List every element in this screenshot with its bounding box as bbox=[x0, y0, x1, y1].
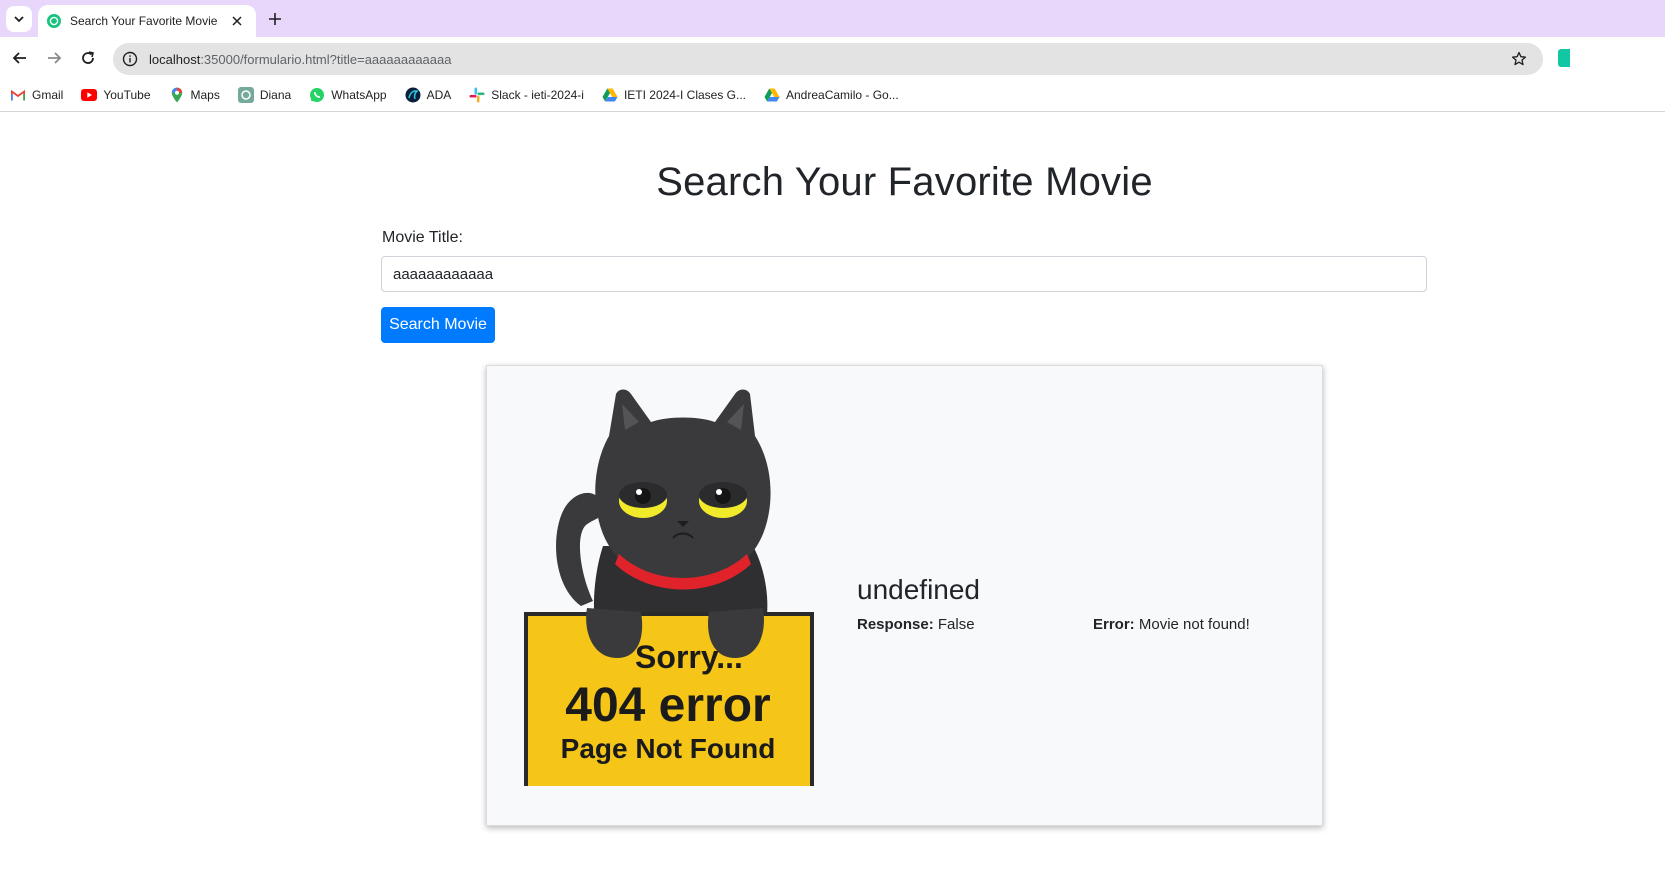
page-title: Search Your Favorite Movie bbox=[656, 160, 1153, 204]
bookmark-label: IETI 2024-I Clases G... bbox=[623, 88, 746, 102]
bookmark-ada[interactable]: ADA bbox=[405, 87, 452, 103]
arrow-left-icon bbox=[12, 52, 26, 64]
chevron-down-icon bbox=[14, 16, 24, 23]
openai-icon bbox=[237, 87, 254, 103]
google-drive-icon bbox=[764, 87, 780, 103]
extension-icon[interactable] bbox=[1558, 49, 1570, 67]
bookmark-label: WhatsApp bbox=[331, 88, 387, 102]
bookmark-diana[interactable]: Diana bbox=[237, 87, 292, 103]
whatsapp-icon bbox=[309, 87, 325, 103]
poster-text-not-found: Page Not Found bbox=[561, 733, 776, 764]
bookmark-label: AndreaCamilo - Go... bbox=[786, 88, 899, 102]
tab-search-button[interactable] bbox=[6, 6, 32, 32]
openai-icon bbox=[46, 13, 62, 29]
poster-text-sorry: Sorry... bbox=[635, 639, 743, 675]
new-tab-button[interactable] bbox=[264, 8, 286, 30]
cat-head bbox=[595, 389, 771, 582]
bookmark-andreacamilo[interactable]: AndreaCamilo - Go... bbox=[764, 87, 899, 103]
error-label: Error: bbox=[1093, 616, 1135, 633]
error-value: Movie not found! bbox=[1134, 616, 1250, 633]
reload-icon bbox=[82, 51, 94, 64]
close-tab-icon[interactable] bbox=[228, 12, 246, 30]
url-path: :35000/formulario.html?title=aaaaaaaaaaa… bbox=[200, 51, 452, 67]
bookmark-whatsapp[interactable]: WhatsApp bbox=[309, 87, 387, 103]
gmail-icon bbox=[10, 87, 26, 103]
error-info: Error: Movie not found! bbox=[1093, 616, 1250, 633]
reload-button[interactable] bbox=[76, 46, 100, 70]
bookmark-label: Diana bbox=[259, 88, 292, 102]
ada-icon bbox=[405, 87, 421, 103]
tab-title: Search Your Favorite Movie bbox=[70, 14, 218, 28]
response-value: False bbox=[933, 616, 975, 633]
plus-icon bbox=[269, 13, 281, 25]
response-label: Response: bbox=[857, 616, 934, 633]
back-button[interactable] bbox=[8, 46, 32, 70]
bookmark-slack[interactable]: Slack - ieti-2024-i bbox=[469, 87, 584, 103]
bookmark-star-icon[interactable] bbox=[1509, 49, 1529, 69]
bookmark-label: Slack - ieti-2024-i bbox=[491, 88, 584, 102]
active-tab[interactable]: Search Your Favorite Movie bbox=[38, 5, 256, 37]
forward-button[interactable] bbox=[42, 46, 66, 70]
bookmark-maps[interactable]: Maps bbox=[169, 87, 220, 103]
bookmark-gmail[interactable]: Gmail bbox=[10, 87, 63, 103]
youtube-icon bbox=[81, 87, 98, 103]
movie-result-card: Sorry... 404 error Page Not Found undefi… bbox=[486, 365, 1323, 826]
site-info-icon[interactable] bbox=[115, 44, 145, 74]
bookmark-label: Gmail bbox=[32, 88, 64, 102]
search-movie-button[interactable]: Search Movie bbox=[381, 307, 495, 343]
response-info: Response: False bbox=[857, 616, 975, 633]
url-host: localhost bbox=[149, 51, 201, 67]
arrow-right-icon bbox=[48, 52, 62, 64]
bookmark-label: ADA bbox=[426, 88, 452, 102]
bookmark-ieti-clases[interactable]: IETI 2024-I Clases G... bbox=[602, 87, 746, 103]
poster-text-404: 404 error bbox=[565, 679, 770, 732]
movie-title-input[interactable] bbox=[381, 256, 1427, 292]
movie-poster-image: Sorry... 404 error Page Not Found bbox=[524, 389, 814, 786]
address-bar[interactable]: localhost:35000/formulario.html?title=aa… bbox=[113, 43, 1543, 75]
maps-icon bbox=[169, 87, 185, 103]
browser-toolbar: localhost:35000/formulario.html?title=aa… bbox=[0, 37, 1665, 79]
bookmark-label: Maps bbox=[190, 88, 220, 102]
tab-strip: Search Your Favorite Movie bbox=[0, 0, 1665, 37]
movie-title-label: Movie Title: bbox=[382, 229, 463, 246]
bookmarks-bar: Gmail YouTube Maps Diana WhatsApp ADA Sl… bbox=[0, 79, 1665, 112]
slack-icon bbox=[469, 87, 485, 103]
google-drive-icon bbox=[602, 87, 618, 103]
bookmark-label: YouTube bbox=[103, 88, 151, 102]
url-text: localhost:35000/formulario.html?title=aa… bbox=[149, 52, 451, 67]
bookmark-youtube[interactable]: YouTube bbox=[81, 87, 151, 103]
movie-title: undefined bbox=[857, 574, 981, 605]
